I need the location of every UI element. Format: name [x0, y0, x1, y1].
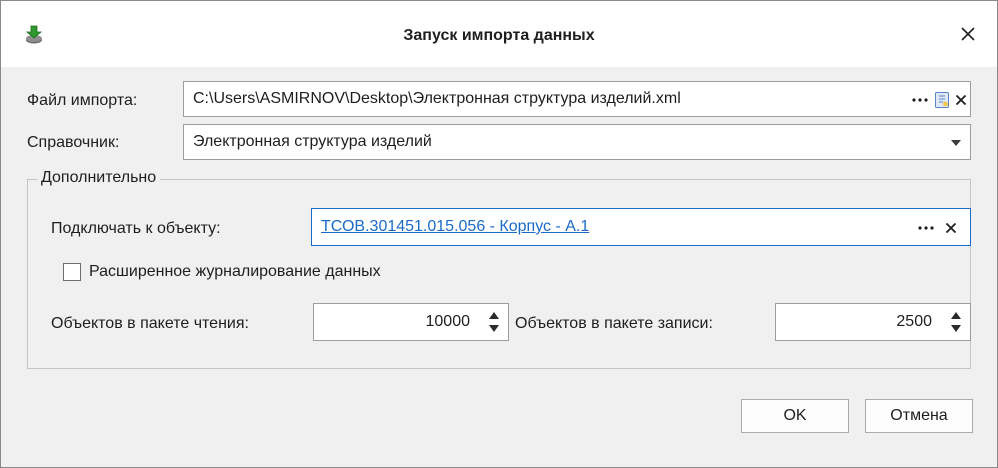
import-file-value: C:\Users\ASMIRNOV\Desktop\Электронная ст…: [193, 90, 681, 107]
import-file-field[interactable]: C:\Users\ASMIRNOV\Desktop\Электронная ст…: [183, 81, 971, 117]
title-bar: Запуск импорта данных: [1, 1, 997, 67]
write-batch-label: Объектов в пакете записи:: [515, 315, 713, 332]
ellipsis-icon: [912, 98, 928, 102]
clear-icon: [955, 94, 967, 106]
ok-button[interactable]: OK: [741, 399, 849, 433]
connect-object-label: Подключать к объекту:: [51, 220, 221, 237]
cancel-button[interactable]: Отмена: [865, 399, 973, 433]
read-batch-value: 10000: [425, 313, 471, 330]
dialog-title: Запуск импорта данных: [403, 27, 595, 44]
additional-group-legend: Дополнительно: [37, 169, 161, 187]
connect-object-link[interactable]: ТСОВ.301451.015.056 - Корпус - А.1: [321, 218, 589, 236]
ellipsis-icon: [918, 226, 934, 230]
reference-value: Электронная структура изделий: [193, 133, 432, 150]
read-batch-stepper[interactable]: 10000: [313, 303, 509, 341]
connect-object-field[interactable]: ТСОВ.301451.015.056 - Корпус - А.1: [311, 208, 971, 246]
write-batch-stepper[interactable]: 2500: [775, 303, 971, 341]
reference-dropdown-button[interactable]: [948, 137, 964, 149]
clear-object-button[interactable]: [942, 218, 960, 238]
clear-icon: [945, 222, 957, 234]
import-dialog: Запуск импорта данных Файл импорта: C:\U…: [0, 0, 998, 468]
browse-file-button[interactable]: [910, 90, 930, 110]
open-file-button[interactable]: [932, 89, 952, 111]
clear-file-button[interactable]: [952, 90, 970, 110]
write-batch-value: 2500: [896, 313, 932, 330]
browse-object-button[interactable]: [916, 218, 936, 238]
spin-arrows-icon[interactable]: [948, 308, 964, 336]
reference-select[interactable]: Электронная структура изделий: [183, 124, 971, 160]
read-batch-label: Объектов в пакете чтения:: [51, 315, 249, 332]
spin-arrows-icon[interactable]: [486, 308, 502, 336]
chevron-down-icon: [951, 140, 961, 146]
import-file-label: Файл импорта:: [27, 92, 138, 109]
close-icon: [961, 27, 975, 41]
extended-logging-checkbox[interactable]: [63, 263, 81, 281]
file-icon: [935, 92, 949, 108]
close-button[interactable]: [953, 19, 983, 49]
extended-logging-label: Расширенное журналирование данных: [89, 263, 381, 280]
reference-label: Справочник:: [27, 134, 120, 151]
